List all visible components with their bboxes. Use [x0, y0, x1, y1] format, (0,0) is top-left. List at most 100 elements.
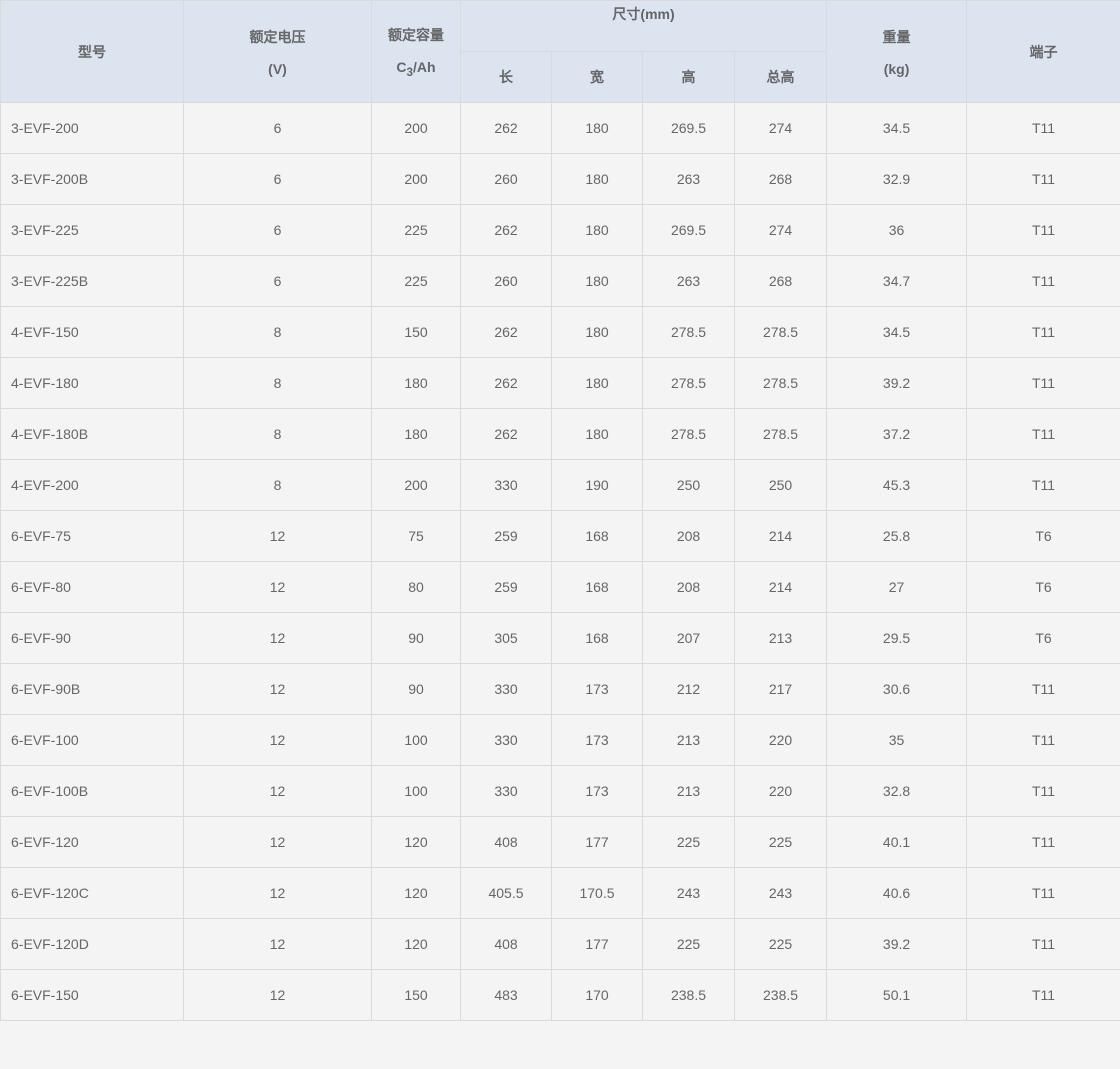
- cell-terminal: T11: [966, 969, 1120, 1021]
- cell-height: 263: [642, 153, 735, 205]
- cell-width: 173: [551, 714, 643, 766]
- cell-capacity: 120: [371, 867, 461, 919]
- cell-voltage: 12: [183, 816, 372, 868]
- cell-weight: 34.7: [826, 255, 968, 307]
- cell-height: 278.5: [642, 357, 735, 409]
- cell-voltage: 6: [183, 102, 372, 154]
- cell-capacity: 150: [371, 306, 461, 358]
- header-voltage: 额定电压 (V): [183, 0, 372, 103]
- header-dimensions-label: 尺寸(mm): [612, 6, 675, 22]
- cell-length: 330: [460, 765, 552, 817]
- table-row: 6-EVF-100B 12 100 330 173 213 220 32.8 T11: [0, 765, 1120, 817]
- table-body: 3-EVF-200 6 200 262 180 269.5 274 34.5 T11 3-EVF-…: [0, 102, 1120, 1021]
- header-model: 型号: [0, 0, 184, 103]
- table-row: 6-EVF-80 12 80 259 168 208 214 27 T6: [0, 561, 1120, 613]
- cell-terminal: T11: [966, 357, 1120, 409]
- header-height: 高: [642, 51, 735, 103]
- cell-total-height: 243: [733, 867, 828, 919]
- cell-voltage: 8: [183, 357, 372, 409]
- cell-width: 180: [551, 204, 643, 256]
- table-header: 型号 额定电压 (V) 额定容量 C3/Ah 尺寸(mm) 重量 (kg) 端子…: [0, 0, 1120, 103]
- table-row: 4-EVF-150 8 150 262 180 278.5 278.5 34.5 T11: [0, 306, 1120, 358]
- cell-capacity: 90: [371, 663, 461, 715]
- cell-weight: 27: [826, 561, 968, 613]
- cell-total-height: 220: [733, 765, 828, 817]
- cell-weight: 40.1: [826, 816, 968, 868]
- cell-length: 405.5: [460, 867, 552, 919]
- cell-total-height: 220: [733, 714, 828, 766]
- cell-width: 177: [551, 918, 643, 970]
- cell-total-height: 274: [733, 204, 828, 256]
- cell-terminal: T11: [966, 714, 1120, 766]
- cell-capacity: 225: [371, 204, 461, 256]
- cell-height: 278.5: [642, 306, 735, 358]
- table-row: 6-EVF-150 12 150 483 170 238.5 238.5 50.1 T11: [0, 969, 1120, 1021]
- cell-width: 168: [551, 561, 643, 613]
- cell-voltage: 12: [183, 867, 372, 919]
- table-row: 6-EVF-90 12 90 305 168 207 213 29.5 T6: [0, 612, 1120, 664]
- cell-terminal: T11: [966, 255, 1120, 307]
- header-weight-unit: (kg): [883, 60, 910, 77]
- cell-voltage: 12: [183, 969, 372, 1021]
- cell-model: 3-EVF-200B: [0, 153, 184, 205]
- table-row: 4-EVF-200 8 200 330 190 250 250 45.3 T11: [0, 459, 1120, 511]
- cell-capacity: 200: [371, 153, 461, 205]
- cell-model: 6-EVF-100B: [0, 765, 184, 817]
- cell-length: 330: [460, 714, 552, 766]
- cell-height: 263: [642, 255, 735, 307]
- cell-capacity: 200: [371, 459, 461, 511]
- cell-width: 168: [551, 612, 643, 664]
- cell-terminal: T11: [966, 918, 1120, 970]
- cell-width: 190: [551, 459, 643, 511]
- cell-voltage: 12: [183, 714, 372, 766]
- cell-total-height: 214: [733, 561, 828, 613]
- cell-terminal: T11: [966, 663, 1120, 715]
- cell-length: 260: [460, 153, 552, 205]
- cell-model: 4-EVF-180B: [0, 408, 184, 460]
- cell-model: 6-EVF-75: [0, 510, 184, 562]
- cell-terminal: T11: [966, 153, 1120, 205]
- cell-total-height: 214: [733, 510, 828, 562]
- cell-weight: 39.2: [826, 357, 968, 409]
- cell-weight: 39.2: [826, 918, 968, 970]
- cell-terminal: T11: [966, 408, 1120, 460]
- header-terminal-label: 端子: [1029, 43, 1058, 60]
- cell-total-height: 278.5: [733, 408, 828, 460]
- cell-voltage: 8: [183, 459, 372, 511]
- cell-terminal: T11: [966, 765, 1120, 817]
- cell-capacity: 120: [371, 816, 461, 868]
- cell-width: 173: [551, 765, 643, 817]
- cell-voltage: 6: [183, 255, 372, 307]
- cell-voltage: 6: [183, 153, 372, 205]
- header-voltage-label: 额定电压: [249, 28, 306, 45]
- cell-weight: 40.6: [826, 867, 968, 919]
- cell-length: 259: [460, 510, 552, 562]
- cell-height: 213: [642, 714, 735, 766]
- cell-length: 260: [460, 255, 552, 307]
- cell-terminal: T11: [966, 306, 1120, 358]
- cell-terminal: T11: [966, 459, 1120, 511]
- cell-height: 278.5: [642, 408, 735, 460]
- cell-height: 250: [642, 459, 735, 511]
- table-row: 6-EVF-100 12 100 330 173 213 220 35 T11: [0, 714, 1120, 766]
- cell-terminal: T6: [966, 510, 1120, 562]
- capacity-unit-c: C: [396, 58, 407, 75]
- cell-capacity: 80: [371, 561, 461, 613]
- cell-width: 180: [551, 306, 643, 358]
- table-row: 3-EVF-225 6 225 262 180 269.5 274 36 T11: [0, 204, 1120, 256]
- header-weight: 重量 (kg): [826, 0, 968, 103]
- cell-length: 262: [460, 102, 552, 154]
- cell-model: 4-EVF-150: [0, 306, 184, 358]
- cell-width: 180: [551, 255, 643, 307]
- cell-capacity: 225: [371, 255, 461, 307]
- cell-capacity: 100: [371, 765, 461, 817]
- cell-model: 4-EVF-200: [0, 459, 184, 511]
- cell-width: 170.5: [551, 867, 643, 919]
- header-length: 长: [460, 51, 552, 103]
- cell-model: 3-EVF-225: [0, 204, 184, 256]
- cell-total-height: 238.5: [733, 969, 828, 1021]
- table-row: 4-EVF-180 8 180 262 180 278.5 278.5 39.2 T11: [0, 357, 1120, 409]
- cell-height: 243: [642, 867, 735, 919]
- battery-spec-table: 型号 额定电压 (V) 额定容量 C3/Ah 尺寸(mm) 重量 (kg) 端子…: [0, 0, 1120, 1021]
- header-capacity-label: 额定容量: [388, 26, 444, 43]
